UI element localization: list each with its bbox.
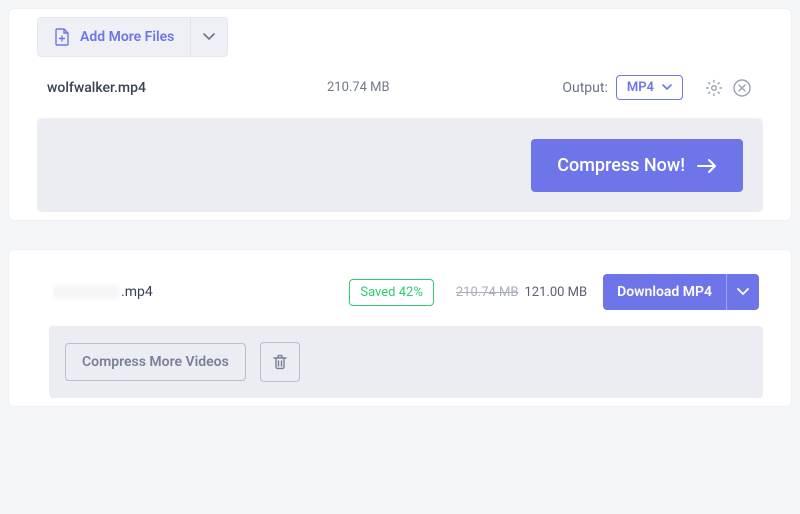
new-size: 121.00 MB <box>524 285 587 300</box>
chevron-down-icon <box>203 33 215 41</box>
delete-button[interactable] <box>260 342 300 382</box>
download-group: Download MP4 <box>603 274 759 310</box>
old-size: 210.74 MB <box>456 285 519 300</box>
add-more-toolbar: Add More Files <box>37 17 228 57</box>
add-more-dropdown-button[interactable] <box>191 18 227 56</box>
trash-icon <box>271 353 289 371</box>
file-plus-icon <box>54 28 70 46</box>
result-row: .mp4 Saved 42% 210.74 MB 121.00 MB Downl… <box>49 258 763 326</box>
gear-icon <box>704 78 724 98</box>
chevron-down-icon <box>662 84 672 91</box>
result-bottom-bar: Compress More Videos <box>49 326 763 398</box>
result-file-ext: .mp4 <box>121 284 153 300</box>
result-panel: .mp4 Saved 42% 210.74 MB 121.00 MB Downl… <box>8 249 792 407</box>
download-button[interactable]: Download MP4 <box>603 274 726 310</box>
blurred-filename-icon <box>53 285 119 299</box>
chevron-down-icon <box>737 288 749 296</box>
arrow-right-icon <box>697 158 717 174</box>
compress-now-button[interactable]: Compress Now! <box>531 139 743 192</box>
file-name: wolfwalker.mp4 <box>47 80 327 96</box>
saved-badge: Saved 42% <box>349 279 434 306</box>
settings-button[interactable] <box>703 77 725 99</box>
output-format-value: MP4 <box>627 80 654 95</box>
output-label: Output: <box>562 80 607 96</box>
compress-panel: Add More Files wolfwalker.mp4 210.74 MB … <box>8 8 792 221</box>
close-circle-icon <box>732 78 752 98</box>
output-format-select[interactable]: MP4 <box>616 75 683 100</box>
result-file-name: .mp4 <box>53 284 273 300</box>
compress-action-bar: Compress Now! <box>37 119 763 212</box>
compress-more-button[interactable]: Compress More Videos <box>65 343 246 381</box>
file-row: wolfwalker.mp4 210.74 MB Output: MP4 <box>37 61 763 119</box>
file-size: 210.74 MB <box>327 80 457 95</box>
add-more-files-label: Add More Files <box>80 29 174 45</box>
download-options-button[interactable] <box>726 274 759 310</box>
remove-file-button[interactable] <box>731 77 753 99</box>
add-more-files-button[interactable]: Add More Files <box>38 18 190 56</box>
compress-now-label: Compress Now! <box>557 155 685 176</box>
